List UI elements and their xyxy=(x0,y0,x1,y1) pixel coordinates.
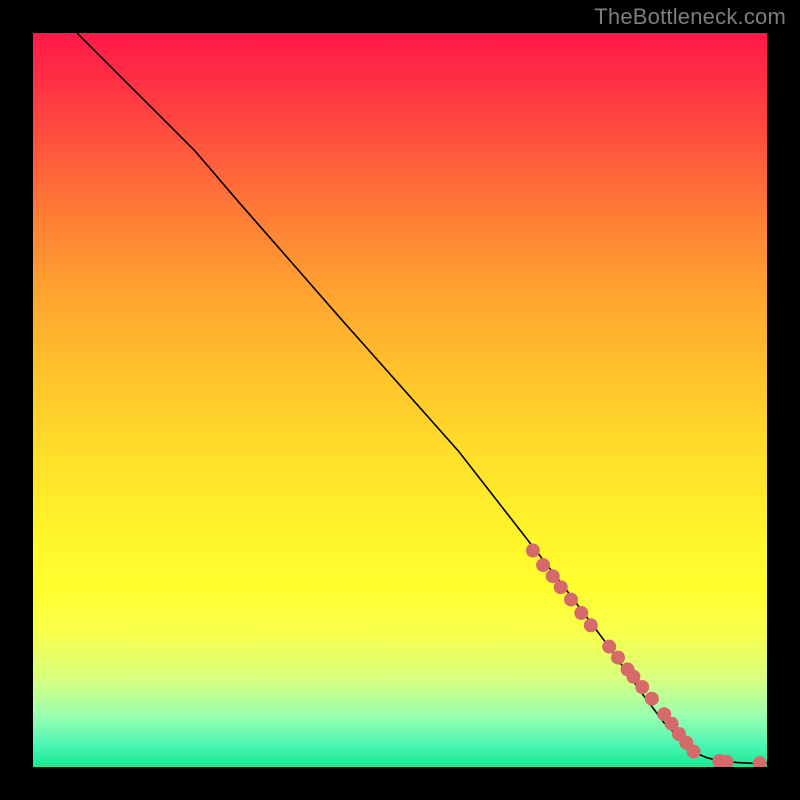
data-point xyxy=(635,680,649,694)
watermark-label: TheBottleneck.com xyxy=(594,4,786,30)
data-point xyxy=(526,544,540,558)
data-point xyxy=(753,756,767,767)
curve-path xyxy=(77,33,767,763)
outer-frame: TheBottleneck.com xyxy=(0,0,800,800)
data-point xyxy=(611,651,625,665)
data-point xyxy=(645,692,659,706)
data-point xyxy=(574,606,588,620)
data-point xyxy=(687,745,701,759)
data-point xyxy=(602,640,616,654)
data-point xyxy=(584,618,598,632)
data-point xyxy=(564,593,578,607)
chart-overlay xyxy=(33,33,767,767)
data-point xyxy=(536,558,550,572)
data-point xyxy=(554,580,568,594)
points-group xyxy=(526,544,767,768)
